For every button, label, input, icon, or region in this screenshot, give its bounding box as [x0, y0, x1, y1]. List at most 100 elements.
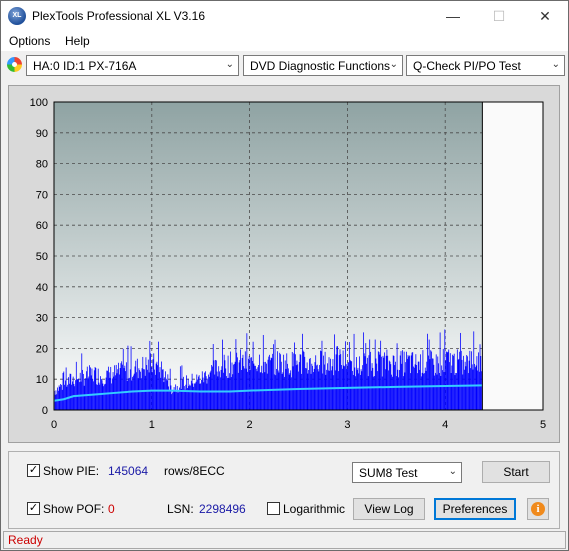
pie-bar: [276, 351, 278, 410]
pie-bar: [363, 353, 365, 410]
pie-bar: [317, 369, 319, 410]
pie-bar: [266, 373, 268, 410]
pie-bar: [194, 383, 196, 410]
view-log-button[interactable]: View Log: [353, 498, 425, 520]
pie-bar: [81, 353, 83, 410]
logarithmic-label: Logarithmic: [283, 502, 346, 516]
pie-unit: rows/8ECC: [164, 464, 225, 478]
pie-bar: [280, 354, 281, 410]
logarithmic-checkbox[interactable]: [267, 502, 280, 515]
pie-bar: [103, 386, 105, 410]
pie-bar: [280, 361, 282, 410]
y-tick-label: 20: [36, 343, 48, 355]
pie-bar: [58, 385, 60, 410]
pie-bar: [126, 380, 128, 410]
pie-bar: [460, 332, 461, 410]
pie-bar: [388, 360, 390, 410]
pie-bar: [435, 354, 437, 410]
close-button[interactable]: ✕: [522, 1, 568, 31]
menu-help[interactable]: Help: [65, 34, 90, 48]
pie-bar: [234, 361, 236, 410]
pie-bar: [251, 360, 253, 410]
pie-bar: [160, 377, 162, 410]
pie-bar: [240, 349, 241, 410]
pie-bar: [70, 373, 72, 410]
function-select[interactable]: DVD Diagnostic Functions ⌄: [243, 55, 403, 76]
pie-bar: [379, 354, 381, 410]
show-pof-checkbox[interactable]: ✓: [27, 502, 40, 515]
pie-bar: [363, 332, 364, 410]
pie-bar: [185, 384, 187, 410]
pie-bar: [171, 394, 173, 410]
pie-bar: [227, 355, 229, 410]
pie-bar: [444, 329, 446, 410]
pie-bar: [226, 376, 227, 410]
pie-bar: [431, 351, 432, 410]
pie-bar: [107, 366, 109, 410]
pie-bar: [146, 365, 148, 410]
menu-bar: Options Help: [1, 31, 568, 51]
pie-bar: [197, 379, 198, 410]
menu-options[interactable]: Options: [9, 34, 50, 48]
pie-bar: [79, 372, 81, 410]
test-select[interactable]: Q-Check PI/PO Test ⌄: [406, 55, 565, 76]
pie-bar: [311, 363, 313, 410]
maximize-button[interactable]: ☐: [476, 1, 522, 31]
pie-bar: [422, 350, 424, 410]
sum-test-select[interactable]: SUM8 Test ⌄: [352, 462, 462, 483]
pie-bar: [470, 368, 472, 410]
pie-bar: [289, 372, 291, 410]
start-button[interactable]: Start: [482, 461, 550, 483]
pie-bar: [115, 364, 117, 410]
pie-bar: [409, 355, 410, 410]
pie-bar: [231, 362, 233, 410]
pie-bar: [377, 351, 379, 410]
pie-bar: [120, 363, 122, 410]
pie-bar: [230, 377, 232, 410]
pie-bar: [239, 360, 241, 410]
info-button[interactable]: i: [527, 498, 549, 520]
pie-bar: [75, 361, 77, 410]
y-tick-label: 40: [36, 282, 48, 294]
pie-bar: [403, 351, 405, 410]
pie-bar: [60, 383, 62, 410]
pie-bar: [392, 355, 394, 410]
pie-bar: [304, 356, 306, 410]
pie-bar: [269, 354, 270, 410]
window-title: PlexTools Professional XL V3.16: [32, 9, 205, 23]
pie-bar: [154, 374, 156, 410]
pie-bar: [64, 384, 65, 410]
pie-bar: [233, 363, 235, 410]
pie-bar: [303, 351, 305, 410]
pie-bar: [213, 360, 215, 410]
pie-bar: [174, 390, 176, 410]
pie-bar: [283, 354, 285, 410]
pie-bar: [348, 341, 350, 410]
pie-bar: [358, 373, 360, 410]
pi-po-chart: 0 10 20 30 40 50 60 70 80 90 100 0 1 2 3 4 5: [30, 97, 546, 431]
pie-bar: [205, 376, 207, 410]
pie-bar: [243, 366, 245, 410]
pie-bar: [325, 374, 327, 410]
pie-bar: [420, 376, 422, 410]
pie-bar: [64, 380, 66, 410]
pie-bar: [342, 350, 344, 410]
show-pie-checkbox[interactable]: ✓: [27, 464, 40, 477]
preferences-button[interactable]: Preferences: [434, 498, 516, 520]
app-window: XL PlexTools Professional XL V3.16 — ☐ ✕…: [0, 0, 569, 551]
minimize-button[interactable]: —: [430, 1, 476, 31]
pie-bar: [142, 356, 144, 410]
pie-bar: [86, 371, 87, 410]
pie-bar: [424, 367, 426, 410]
pie-bar: [211, 365, 213, 410]
pie-bar: [315, 355, 317, 410]
pie-bar: [257, 367, 259, 410]
pie-bar: [89, 365, 90, 410]
show-pof-label: Show POF:: [43, 502, 105, 516]
drive-select[interactable]: HA:0 ID:1 PX-716A ⌄: [26, 55, 239, 76]
test-select-value: Q-Check PI/PO Test: [413, 59, 521, 73]
pie-bar: [54, 394, 56, 410]
pie-bar: [424, 373, 425, 410]
pie-bar: [65, 367, 67, 410]
chevron-down-icon: ⌄: [225, 59, 234, 70]
